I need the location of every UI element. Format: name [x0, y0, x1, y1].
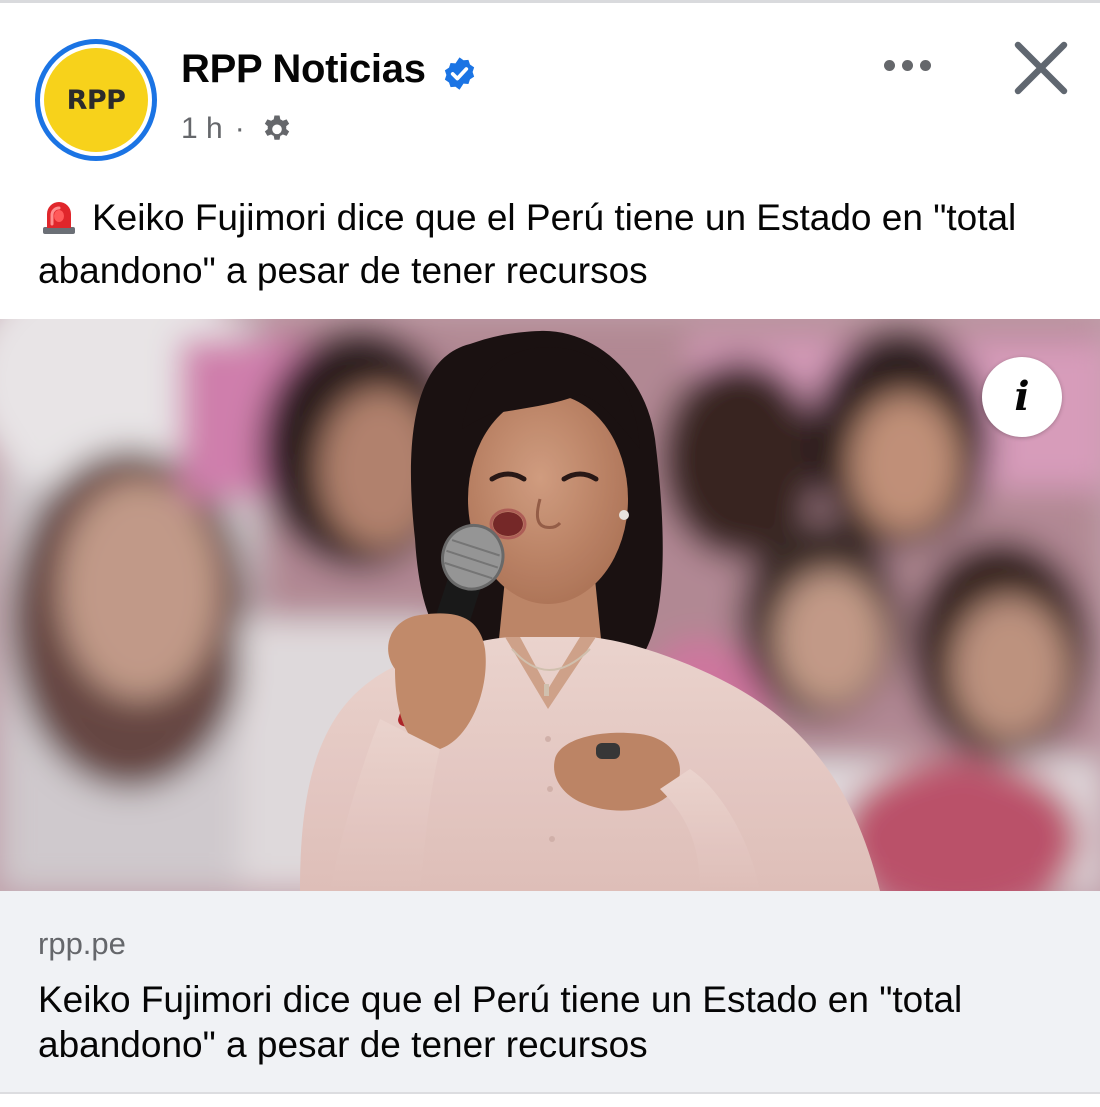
caption-text: Keiko Fujimori dice que el Perú tiene un…	[38, 197, 1017, 291]
post-header: RPP RPP Noticias 1 h ·	[0, 3, 1100, 163]
more-horizontal-icon	[883, 59, 895, 71]
close-icon[interactable]	[1006, 33, 1076, 103]
link-title: Keiko Fujimori dice que el Perú tiene un…	[38, 979, 963, 1065]
facebook-post: RPP RPP Noticias 1 h · Keiko Fujimori di…	[0, 0, 1100, 1107]
meta-separator: ·	[234, 112, 245, 145]
page-name[interactable]: RPP Noticias	[181, 47, 426, 92]
info-icon: i	[1014, 373, 1030, 420]
link-domain: rpp.pe	[38, 926, 126, 961]
verified-badge-icon	[444, 57, 475, 90]
post-caption: Keiko Fujimori dice que el Perú tiene un…	[38, 191, 1078, 297]
siren-icon	[43, 202, 75, 234]
post-meta: 1 h ·	[181, 109, 295, 149]
link-preview[interactable]: rpp.pe Keiko Fujimori dice que el Perú t…	[0, 891, 1100, 1094]
rpp-logo: RPP	[44, 48, 148, 152]
gear-icon[interactable]	[259, 111, 295, 147]
keiko-fujimori-photo	[0, 319, 1100, 891]
post-timestamp[interactable]: 1 h	[181, 112, 223, 146]
page-avatar[interactable]: RPP	[35, 39, 157, 161]
more-options-button[interactable]	[872, 45, 942, 85]
post-photo[interactable]	[0, 319, 1100, 891]
info-button[interactable]: i	[982, 357, 1062, 437]
avatar-text: RPP	[66, 84, 126, 116]
